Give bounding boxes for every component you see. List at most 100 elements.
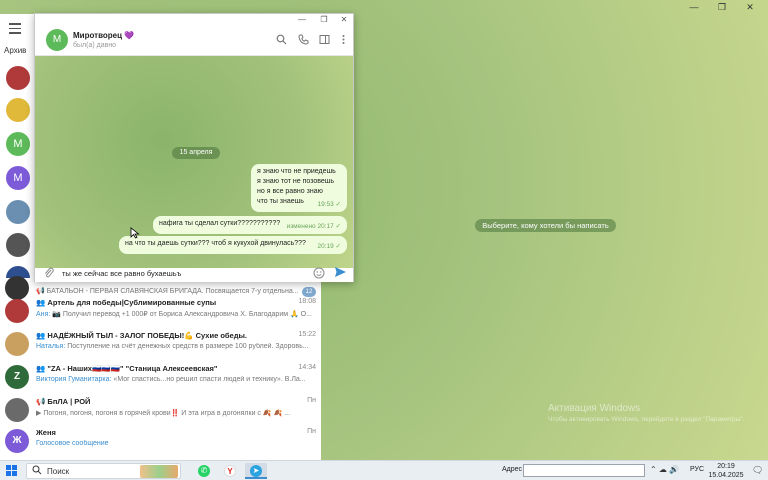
message-time: 19:53 ✓ — [317, 201, 341, 208]
message-text: но я все равно знаю — [257, 188, 323, 195]
more-icon[interactable] — [337, 34, 349, 46]
chat-time: Пн — [307, 397, 316, 404]
popup-maximize-button[interactable]: ❐ — [315, 14, 333, 26]
preview-text: «Мог спастись...но решил спасти людей и … — [111, 376, 306, 383]
clock[interactable]: 20:19 15.04.2025 — [708, 462, 744, 480]
archive-label[interactable]: Архив — [4, 46, 26, 55]
message-text: я знаю что не приедешь — [257, 168, 336, 175]
sidebar-avatar[interactable]: М — [6, 132, 30, 156]
avatar — [5, 332, 29, 356]
contact-name[interactable]: Миротворец 💜 — [73, 31, 134, 40]
chat-preview: Наталья: Поступление на счёт денежных ср… — [36, 343, 316, 350]
select-chat-prompt: Выберите, кому хотели бы написать — [475, 219, 616, 232]
windows-activation-watermark: Активация Windows Чтобы активировать Win… — [548, 403, 748, 423]
minimize-button[interactable]: — — [683, 1, 705, 13]
chat-name: 👥 Артель для победы|Сублимированные супы — [36, 298, 217, 307]
contact-status: был(а) давно — [73, 42, 117, 49]
address-label: Адрес — [502, 466, 523, 473]
sidebar-avatar[interactable] — [6, 233, 30, 257]
chat-time: 15:22 — [298, 331, 316, 338]
message-compose-bar — [35, 266, 353, 282]
whatsapp-icon: ✆ — [198, 465, 210, 477]
message-bubble[interactable]: на что ты даешь сутки??? чтоб я кукухой … — [119, 236, 347, 254]
chat-name: 📢 БпЛА | РОЙ — [36, 397, 91, 406]
sidebar-toggle-icon[interactable] — [318, 34, 330, 46]
activation-text: Чтобы активировать Windows, перейдите в … — [548, 416, 745, 423]
chat-preview: Виктория Гуманитарка: «Мог спастись...но… — [36, 376, 316, 383]
sidebar-avatar[interactable] — [6, 66, 30, 90]
chat-list-item[interactable]: 👥 Артель для победы|Сублимированные супы… — [0, 296, 321, 326]
message-time: 20:19 ✓ — [317, 243, 341, 250]
maximize-button[interactable]: ❐ — [711, 1, 733, 13]
message-bubble[interactable]: я знаю что не приедешь я знаю тот не поз… — [251, 164, 347, 212]
preview-text: ▶ Погоня, погоня, погоня в горячей крови… — [36, 410, 291, 417]
chat-list: 📢 БАТАЛЬОН - ПЕРВАЯ СЛАВЯНСКАЯ БРИГАДА. … — [0, 276, 321, 460]
close-button[interactable]: ✕ — [739, 1, 761, 13]
message-bubble[interactable]: нафига ты сделал сутки??????????? измене… — [153, 216, 347, 234]
popup-titlebar: — ❐ ✕ — [35, 14, 353, 26]
date-separator: 15 апреля — [172, 147, 220, 159]
search-highlight-image — [140, 465, 178, 478]
chat-time: Пн — [307, 428, 316, 435]
sidebar-avatar[interactable]: М — [6, 166, 30, 190]
chat-list-item[interactable]: 📢 БпЛА | РОЙ Пн ▶ Погоня, погоня, погоня в… — [0, 395, 321, 425]
preview-text: 📢 БАТАЛЬОН - ПЕРВАЯ СЛАВЯНСКАЯ БРИГАДА. … — [36, 288, 299, 295]
chat-preview: Голосовое сообщение — [36, 440, 316, 447]
preview-text: Голосовое сообщение — [36, 440, 109, 447]
message-area[interactable]: 15 апреля я знаю что не приедешь я знаю … — [35, 56, 353, 268]
paperclip-icon[interactable] — [43, 266, 54, 282]
chat-name: 👥 "ZA - Наших🇷🇺🇷🇺🇷🇺" "Станица Алексеевск… — [36, 364, 218, 373]
taskbar-search[interactable]: Поиск — [26, 463, 181, 479]
send-icon[interactable] — [334, 266, 347, 281]
search-label: Поиск — [47, 467, 70, 476]
sidebar-avatar[interactable] — [6, 98, 30, 122]
popup-minimize-button[interactable]: — — [293, 14, 311, 26]
phone-icon[interactable] — [297, 34, 309, 46]
preview-sender: Виктория Гуманитарка: — [36, 376, 112, 383]
preview-sender: Наталья: — [36, 343, 66, 350]
windows-start-icon[interactable] — [6, 465, 18, 477]
chat-time: 14:34 — [298, 364, 316, 371]
mouse-cursor-icon — [130, 227, 140, 239]
chat-preview: Аня: 📷 Получил перевод +1 000₽ от Бориса… — [36, 310, 316, 318]
message-text: я знаю тот не позовешь — [257, 178, 335, 185]
yandex-browser-taskbar-button[interactable]: Y — [219, 463, 241, 479]
clock-time: 20:19 — [717, 463, 735, 470]
whatsapp-taskbar-button[interactable]: ✆ — [193, 463, 215, 479]
avatar: Z — [5, 365, 29, 389]
yandex-browser-icon: Y — [224, 465, 236, 477]
avatar — [5, 299, 29, 323]
chat-list-item[interactable]: Z 👥 "ZA - Наших🇷🇺🇷🇺🇷🇺" "Станица Алексеевс… — [0, 362, 321, 392]
search-icon — [32, 465, 42, 478]
search-icon[interactable] — [275, 34, 287, 46]
chat-header: М Миротворец 💜 был(а) давно — [35, 26, 353, 56]
telegram-taskbar-button[interactable]: ➤ — [245, 463, 267, 479]
message-text: на что ты даешь сутки??? чтоб я кукухой … — [125, 240, 306, 247]
clock-date: 15.04.2025 — [708, 472, 744, 479]
chat-name: 👥 НАДЁЖНЫЙ ТЫЛ - ЗАЛОГ ПОБЕДЫ!💪 Сухие об… — [36, 331, 247, 340]
message-input[interactable] — [62, 269, 292, 278]
chat-popup-window: — ❐ ✕ М Миротворец 💜 был(а) давно 15 апр… — [34, 13, 354, 282]
menu-icon[interactable] — [9, 23, 21, 34]
avatar[interactable]: М — [46, 29, 68, 51]
chat-name: Женя — [36, 428, 56, 437]
language-indicator[interactable]: РУС — [690, 466, 704, 473]
address-input[interactable] — [523, 464, 645, 477]
avatar — [5, 398, 29, 422]
activation-title: Активация Windows — [548, 403, 641, 414]
notification-icon[interactable]: 🗨 — [752, 465, 763, 476]
popup-close-button[interactable]: ✕ — [335, 14, 353, 26]
message-time: изменено 20:17 ✓ — [286, 223, 341, 230]
chat-list-item[interactable]: Ж Женя Пн Голосовое сообщение — [0, 426, 321, 456]
chat-time: 18:08 — [298, 298, 316, 305]
taskbar: Поиск ✆ Y ➤ Адрес ⌃ ☁ 🔊 РУС 20:19 15.04.… — [0, 460, 768, 480]
emoji-icon[interactable] — [313, 267, 325, 282]
chat-preview: 📢 БАТАЛЬОН - ПЕРВАЯ СЛАВЯНСКАЯ БРИГАДА. … — [36, 287, 316, 295]
preview-text: Поступление на счёт денежных средств в р… — [65, 343, 309, 350]
main-titlebar: — ❐ ✕ — [0, 0, 768, 14]
chat-list-item[interactable]: 👥 НАДЁЖНЫЙ ТЫЛ - ЗАЛОГ ПОБЕДЫ!💪 Сухие об… — [0, 329, 321, 359]
tray-icons[interactable]: ⌃ ☁ 🔊 — [650, 465, 679, 474]
telegram-icon: ➤ — [250, 465, 262, 477]
sidebar-avatar[interactable] — [6, 200, 30, 224]
preview-text: 📷 Получил перевод +1 000₽ от Бориса Алек… — [50, 311, 312, 318]
